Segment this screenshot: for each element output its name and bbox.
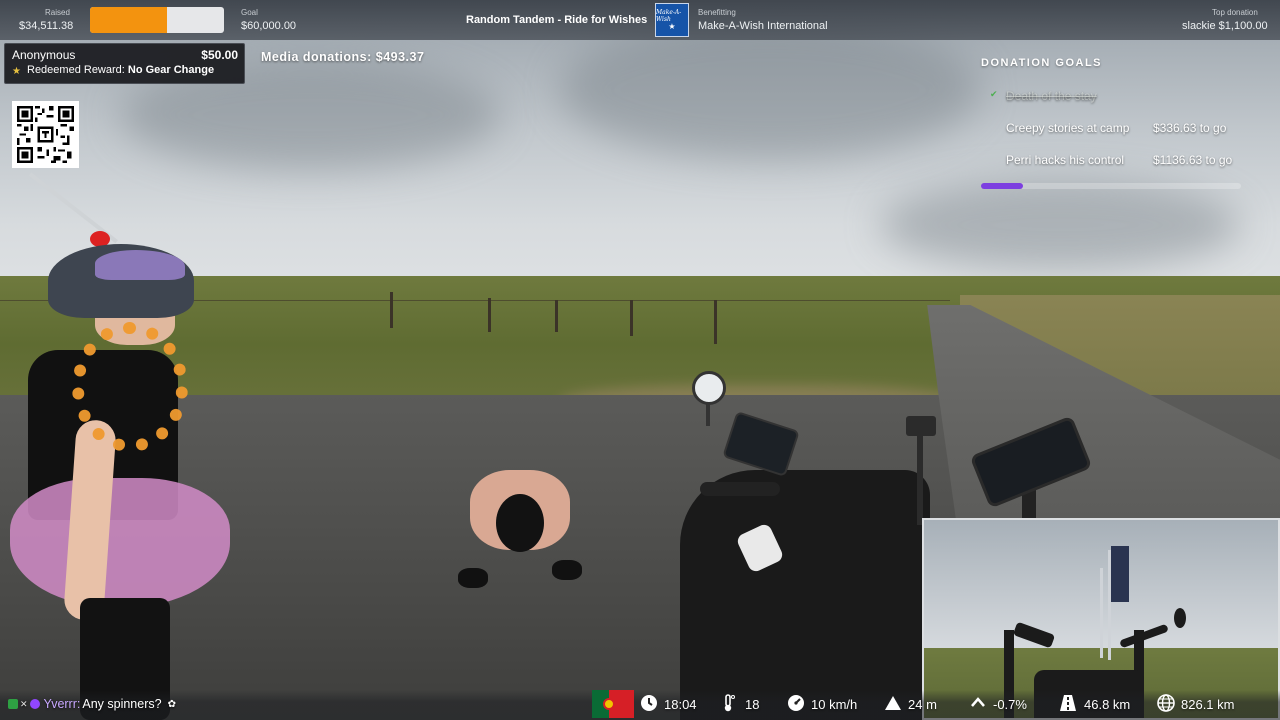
alert-message: Redeemed Reward: No Gear Change xyxy=(27,64,214,76)
goal-completed: Death of the stay xyxy=(1006,89,1097,103)
media-donations-total: Media donations: $493.37 xyxy=(261,50,425,64)
flower-lei xyxy=(72,322,188,452)
fence-post xyxy=(390,292,393,328)
chat-text: Any spinners? xyxy=(82,697,162,711)
chat-username: Yverrr: xyxy=(43,697,81,711)
road-svg xyxy=(1060,695,1076,711)
alert-amount: $50.00 xyxy=(201,48,238,62)
subscriber-badge-icon xyxy=(8,699,18,709)
star-icon: ★ xyxy=(668,22,676,31)
cloud xyxy=(560,20,980,160)
sword-badge-icon: ✕ xyxy=(20,698,28,709)
emote-icon: ✿ xyxy=(167,698,176,710)
charity-logo-text: Make-A-Wish xyxy=(656,9,682,23)
pip-banner xyxy=(1111,546,1129,602)
pip-flagpole xyxy=(1100,568,1103,658)
alert-prefix: Redeemed Reward: xyxy=(27,64,128,76)
camera-pole xyxy=(917,435,923,525)
benefitting-label: Benefitting xyxy=(698,8,736,17)
alert-donor-name: Anonymous xyxy=(12,48,76,62)
fence-post xyxy=(555,300,558,332)
speedometer-svg xyxy=(788,695,804,711)
donation-goals-heading: DONATION GOALS xyxy=(981,57,1103,69)
stat-grade: -0.7% xyxy=(993,697,1027,712)
fence-post xyxy=(630,300,633,336)
goal-value: $60,000.00 xyxy=(241,20,297,32)
goal-name: Creepy stories at camp xyxy=(1006,121,1130,135)
bike-mirror xyxy=(692,371,726,405)
stat-speed: 10 km/h xyxy=(811,697,858,712)
pushup-helmet xyxy=(496,494,544,552)
stat-total-distance: 826.1 km xyxy=(1181,697,1235,712)
tutu xyxy=(10,478,230,608)
prime-badge-icon xyxy=(29,699,40,709)
goal-label: Goal xyxy=(241,8,258,17)
donation-topbar: Raised $34,511.38 Goal $60,000.00 Random… xyxy=(0,0,1280,40)
handlebar xyxy=(700,482,780,496)
benefitting-value: Make-A-Wish International xyxy=(698,20,828,32)
goal-item: Creepy stories at camp $336.63 to go xyxy=(1006,121,1226,135)
goal-name: Perri hacks his control xyxy=(1006,153,1125,167)
alert-reward: No Gear Change xyxy=(127,64,215,76)
chat-message: ✕ Yverrr: Any spinners? ✿ xyxy=(8,697,176,711)
qr-code-icon xyxy=(17,106,74,163)
stat-elevation: 24 m xyxy=(908,697,937,712)
flag-emblem xyxy=(603,698,615,710)
thermometer-svg xyxy=(724,694,735,712)
goal-progress-bar xyxy=(981,183,1241,189)
portugal-flag xyxy=(592,690,634,718)
mirror-stem xyxy=(706,402,710,426)
globe-icon xyxy=(1156,694,1176,717)
mountain-svg xyxy=(885,696,901,710)
mountain-icon xyxy=(883,694,903,717)
stat-time: 18:04 xyxy=(664,697,697,712)
goal-amount: $1136.63 to go xyxy=(1153,153,1233,167)
raised-value: $34,511.38 xyxy=(19,20,74,32)
make-a-wish-logo: Make-A-Wish ★ xyxy=(655,3,689,37)
clock-icon xyxy=(639,694,659,717)
fence-post xyxy=(488,298,491,332)
camera xyxy=(906,416,936,436)
goal-amount: $336.63 to go xyxy=(1153,121,1227,135)
top-donation-value: slackie $1,100.00 xyxy=(1182,20,1268,32)
cloud xyxy=(880,180,1240,270)
tandem-bike xyxy=(680,470,930,720)
glove xyxy=(458,568,488,588)
event-title: Random Tandem - Ride for Wishes xyxy=(466,14,648,26)
clock-svg xyxy=(641,695,657,711)
donation-alert: Anonymous $50.00 ★ Redeemed Reward: No G… xyxy=(4,43,245,84)
pip-mirror xyxy=(1174,608,1186,628)
helmet-shell xyxy=(95,250,185,280)
chevron-up-svg xyxy=(971,697,985,707)
check-icon: ✔ xyxy=(990,89,998,99)
thermometer-icon xyxy=(718,694,738,717)
goal-progress-fill xyxy=(981,183,1023,189)
fence-post xyxy=(714,300,717,344)
star-icon: ★ xyxy=(12,66,21,77)
glove xyxy=(552,560,582,580)
stat-temperature: 18 xyxy=(745,697,760,712)
raised-progress-bar xyxy=(90,7,224,33)
goal-item: Perri hacks his control $1136.63 to go xyxy=(1006,153,1232,167)
raised-label: Raised xyxy=(45,8,70,17)
stat-distance: 46.8 km xyxy=(1084,697,1131,712)
raised-progress-fill xyxy=(90,7,168,33)
road-icon xyxy=(1058,694,1078,717)
globe-svg xyxy=(1157,694,1175,712)
top-donation-label: Top donation xyxy=(1212,8,1258,17)
chevron-up-icon xyxy=(968,694,988,717)
donation-qr-code[interactable] xyxy=(12,101,79,168)
speedometer-icon xyxy=(786,694,806,717)
